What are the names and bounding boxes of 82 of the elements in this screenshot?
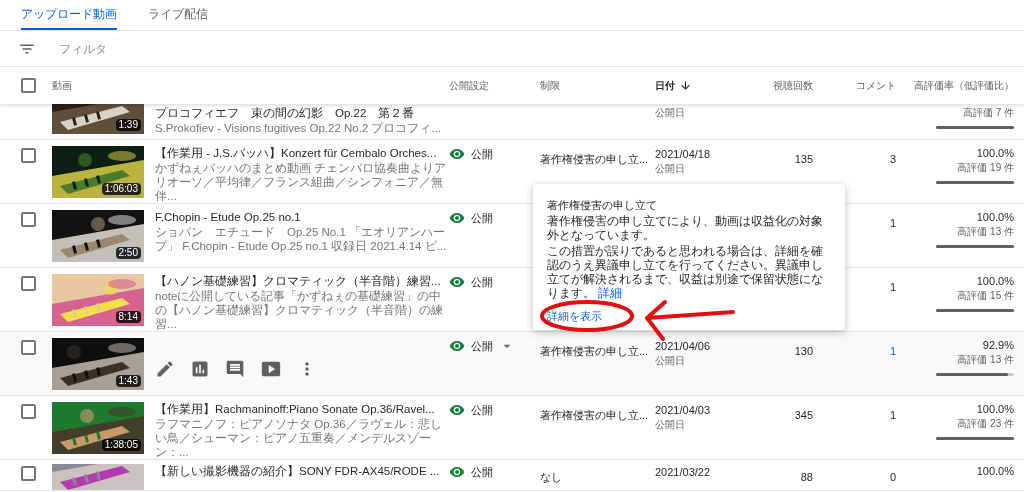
comments-count[interactable]: 1	[889, 345, 896, 357]
checkbox[interactable]	[21, 276, 36, 291]
column-header: コメント	[856, 79, 896, 93]
video-title[interactable]: F.Chopin - Etude Op.25 no.1	[155, 210, 301, 225]
likes-count: 高評価 13 件	[957, 353, 1014, 367]
likes-count: 高評価 7 件	[962, 106, 1014, 120]
restriction-label[interactable]: 著作権侵害の申し立...	[540, 345, 649, 357]
views-count: 130	[794, 345, 813, 357]
popover-text: この措置が誤りであると思われる場合は、詳細を確認のうえ異議申し立てを行ってください。異議申し立てが解決されるまで、収益は別途で保留状態になります。 詳細	[547, 244, 824, 300]
rating-percent: 100.0%	[976, 402, 1014, 417]
rating-percent: 100.0%	[976, 464, 1014, 479]
popover-text: 著作権侵害の申し立てにより、動画は収益化の対象外となっています。	[547, 214, 824, 242]
column-header[interactable]: 日付	[655, 78, 760, 93]
comment-icon[interactable]	[225, 359, 245, 379]
visibility-label[interactable]: 公開	[471, 464, 493, 481]
video-title[interactable]: プロコフィエフ 束の間の幻影 Op.22 第２番	[155, 106, 415, 121]
comments-count: 3	[889, 153, 896, 165]
restriction-label[interactable]: なし	[540, 471, 562, 483]
visibility-label[interactable]: 公開	[471, 274, 493, 291]
date-label: 公開日	[655, 162, 686, 176]
views-count: 345	[794, 409, 813, 421]
date-label: 公開日	[655, 106, 686, 120]
learn-more-link[interactable]: 詳細	[598, 287, 623, 299]
visibility-label[interactable]: 公開	[471, 210, 493, 227]
video-duration: 2:50	[115, 247, 141, 259]
video-description: ショパン エチュード Op.25 No.1 「エオリアンハープ」 F.Chopin - Etude Op.25 no.1 収録日 2021.4.14 ピ...	[155, 225, 448, 253]
video-duration: 1:39	[115, 119, 141, 131]
video-description: かずねぇバッハのまとめ動画 チェンバロ協奏曲よりアリオーソ／平均律／フランス組曲／シンフォニア／無伴...	[155, 161, 448, 203]
visibility-label[interactable]: 公開	[471, 402, 493, 419]
date-label: 公開日	[655, 354, 686, 368]
likes-count: 高評価 15 件	[957, 289, 1014, 303]
checkbox[interactable]	[21, 340, 36, 355]
video-duration: 1:43	[115, 375, 141, 387]
comments-count: 1	[889, 281, 896, 293]
video-title[interactable]: 【作業用 - J.S.バッハ】Konzert für Cembalo Orches...	[155, 146, 437, 161]
rating-percent: 92.9%	[982, 338, 1014, 353]
video-description: ラフマニノフ：ピアノソナタ Op.36／ラヴェル：悲しい鳥／シューマン：ピアノ五重奏／メンデルスゾーン：...	[155, 417, 443, 459]
column-header: 制限	[540, 79, 561, 93]
video-duration: 1:38:05	[101, 439, 141, 451]
checkbox[interactable]	[21, 212, 36, 227]
comments-count: 1	[889, 409, 896, 421]
bar-chart-icon[interactable]	[190, 359, 210, 379]
video-duration: 8:14	[115, 311, 141, 323]
likes-count: 高評価 19 件	[957, 161, 1014, 175]
likes-count: 高評価 13 件	[957, 225, 1014, 239]
video-description: noteに公開している記事「かずねぇの基礎練習」の中の【ハノン基礎練習】クロマティック（半音階）の練習...	[155, 289, 444, 331]
video-title[interactable]: 【ハノン基礎練習】クロマティック（半音階）練習...	[155, 274, 441, 289]
restriction-label[interactable]: 著作権侵害の申し立...	[540, 153, 649, 165]
comments-count: 0	[889, 471, 896, 483]
date-text: 2021/04/03	[655, 403, 712, 418]
checkbox[interactable]	[21, 404, 36, 419]
tab[interactable]: ライブ配信	[148, 0, 208, 30]
tab[interactable]: アップロード動画	[21, 0, 117, 30]
visibility-label[interactable]: 公開	[471, 338, 493, 355]
date-text: 2021/03/22	[655, 465, 712, 480]
popover-title: 著作権侵害の申し立て	[547, 198, 658, 212]
date-text: 2021/04/18	[655, 147, 712, 162]
visibility-label[interactable]: 公開	[471, 146, 493, 163]
column-header: 高評価率（低評価比）	[914, 79, 1014, 93]
column-header: 動画	[52, 79, 73, 93]
video-title[interactable]: 【作業用】Rachmaninoff:Piano Sonate Op.36/Ravel...	[155, 402, 435, 417]
column-header: 視聴回数	[773, 79, 813, 93]
restriction-label[interactable]: 著作権侵害の申し立...	[540, 409, 649, 421]
rating-percent: 100.0%	[976, 146, 1014, 161]
rating-percent: 100.0%	[976, 274, 1014, 289]
date-label: 公開日	[655, 418, 686, 432]
comments-count: 1	[889, 217, 896, 229]
checkbox[interactable]	[21, 148, 36, 163]
video-duration: 1:06:03	[101, 183, 141, 195]
likes-count: 高評価 23 件	[957, 417, 1014, 431]
sort-arrow-icon	[679, 79, 692, 92]
checkbox[interactable]	[21, 78, 36, 93]
views-count: 88	[800, 471, 813, 483]
column-header: 公開設定	[449, 79, 490, 93]
views-count: 135	[794, 153, 813, 165]
rating-percent: 100.0%	[976, 210, 1014, 225]
video-description: S.Prokofiev - Visions fugitives Op.22 No.2 プロコフィ...	[155, 121, 443, 135]
edit-icon[interactable]	[155, 359, 175, 379]
filter-field[interactable]: フィルタ	[59, 39, 359, 58]
video-title[interactable]: 【新しい撮影機器の紹介】SONY FDR-AX45/RODE ...	[155, 464, 440, 479]
date-text: 2021/04/06	[655, 339, 712, 354]
checkbox[interactable]	[21, 466, 36, 481]
